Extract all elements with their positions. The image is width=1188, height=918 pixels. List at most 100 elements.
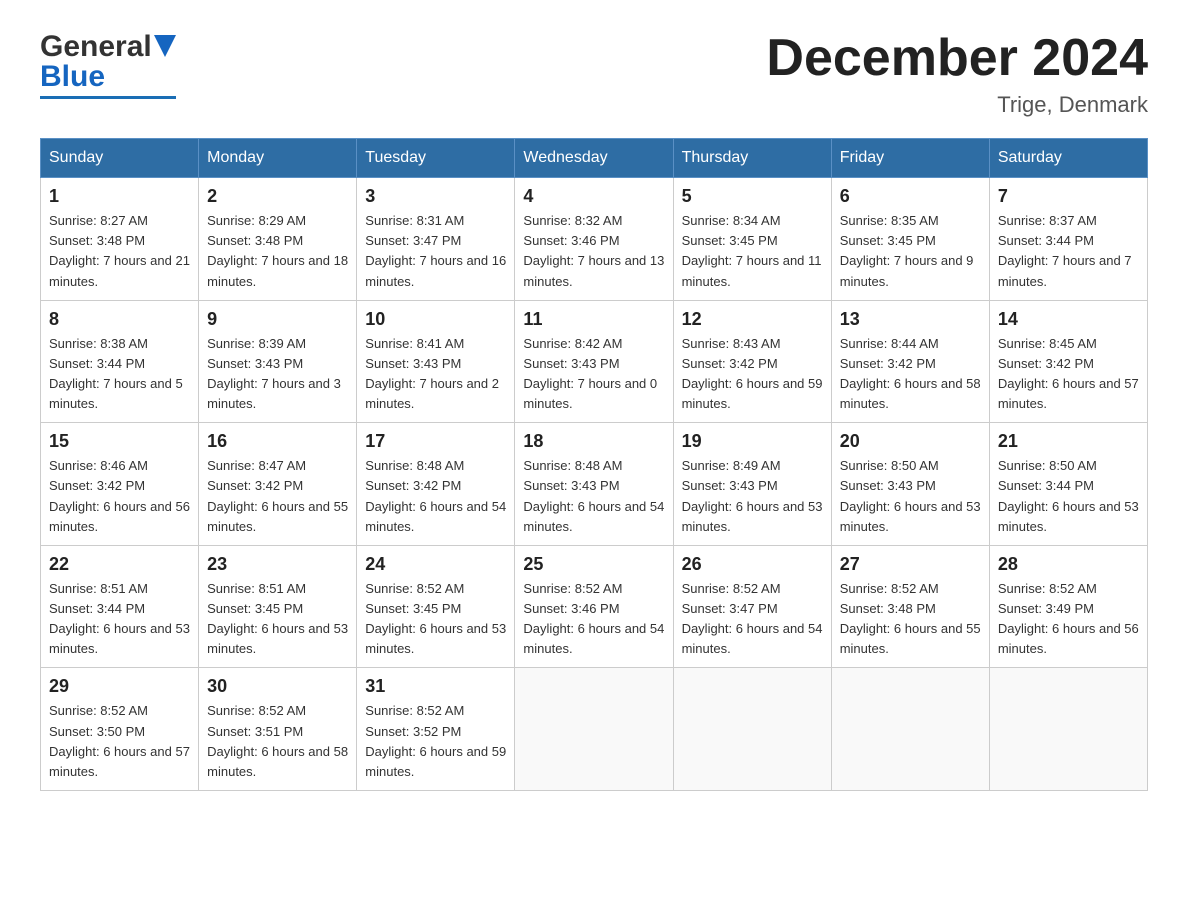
day-number: 9	[207, 309, 348, 330]
table-row: 21 Sunrise: 8:50 AM Sunset: 3:44 PM Dayl…	[989, 423, 1147, 546]
day-number: 14	[998, 309, 1139, 330]
day-number: 2	[207, 186, 348, 207]
table-row: 16 Sunrise: 8:47 AM Sunset: 3:42 PM Dayl…	[199, 423, 357, 546]
day-info: Sunrise: 8:43 AM Sunset: 3:42 PM Dayligh…	[682, 334, 823, 415]
table-row	[989, 668, 1147, 791]
day-info: Sunrise: 8:52 AM Sunset: 3:46 PM Dayligh…	[523, 579, 664, 660]
day-number: 28	[998, 554, 1139, 575]
day-number: 27	[840, 554, 981, 575]
col-sunday: Sunday	[41, 139, 199, 178]
day-info: Sunrise: 8:44 AM Sunset: 3:42 PM Dayligh…	[840, 334, 981, 415]
table-row: 23 Sunrise: 8:51 AM Sunset: 3:45 PM Dayl…	[199, 545, 357, 668]
table-row: 20 Sunrise: 8:50 AM Sunset: 3:43 PM Dayl…	[831, 423, 989, 546]
table-row: 12 Sunrise: 8:43 AM Sunset: 3:42 PM Dayl…	[673, 300, 831, 423]
table-row: 14 Sunrise: 8:45 AM Sunset: 3:42 PM Dayl…	[989, 300, 1147, 423]
day-info: Sunrise: 8:52 AM Sunset: 3:47 PM Dayligh…	[682, 579, 823, 660]
day-number: 10	[365, 309, 506, 330]
day-info: Sunrise: 8:51 AM Sunset: 3:45 PM Dayligh…	[207, 579, 348, 660]
month-title: December 2024	[766, 30, 1148, 87]
table-row: 8 Sunrise: 8:38 AM Sunset: 3:44 PM Dayli…	[41, 300, 199, 423]
table-row: 22 Sunrise: 8:51 AM Sunset: 3:44 PM Dayl…	[41, 545, 199, 668]
col-wednesday: Wednesday	[515, 139, 673, 178]
day-info: Sunrise: 8:49 AM Sunset: 3:43 PM Dayligh…	[682, 456, 823, 537]
day-info: Sunrise: 8:34 AM Sunset: 3:45 PM Dayligh…	[682, 211, 823, 292]
table-row: 11 Sunrise: 8:42 AM Sunset: 3:43 PM Dayl…	[515, 300, 673, 423]
day-info: Sunrise: 8:27 AM Sunset: 3:48 PM Dayligh…	[49, 211, 190, 292]
day-number: 4	[523, 186, 664, 207]
day-info: Sunrise: 8:52 AM Sunset: 3:52 PM Dayligh…	[365, 701, 506, 782]
table-row: 1 Sunrise: 8:27 AM Sunset: 3:48 PM Dayli…	[41, 178, 199, 301]
table-row: 2 Sunrise: 8:29 AM Sunset: 3:48 PM Dayli…	[199, 178, 357, 301]
day-info: Sunrise: 8:48 AM Sunset: 3:42 PM Dayligh…	[365, 456, 506, 537]
title-section: December 2024 Trige, Denmark	[766, 30, 1148, 118]
col-thursday: Thursday	[673, 139, 831, 178]
table-row: 17 Sunrise: 8:48 AM Sunset: 3:42 PM Dayl…	[357, 423, 515, 546]
day-info: Sunrise: 8:50 AM Sunset: 3:44 PM Dayligh…	[998, 456, 1139, 537]
table-row: 7 Sunrise: 8:37 AM Sunset: 3:44 PM Dayli…	[989, 178, 1147, 301]
calendar-header-row: Sunday Monday Tuesday Wednesday Thursday…	[41, 139, 1148, 178]
location-subtitle: Trige, Denmark	[766, 92, 1148, 118]
calendar-week-2: 8 Sunrise: 8:38 AM Sunset: 3:44 PM Dayli…	[41, 300, 1148, 423]
table-row: 19 Sunrise: 8:49 AM Sunset: 3:43 PM Dayl…	[673, 423, 831, 546]
table-row: 10 Sunrise: 8:41 AM Sunset: 3:43 PM Dayl…	[357, 300, 515, 423]
day-number: 25	[523, 554, 664, 575]
calendar-week-4: 22 Sunrise: 8:51 AM Sunset: 3:44 PM Dayl…	[41, 545, 1148, 668]
day-number: 11	[523, 309, 664, 330]
day-number: 13	[840, 309, 981, 330]
day-number: 5	[682, 186, 823, 207]
day-info: Sunrise: 8:52 AM Sunset: 3:45 PM Dayligh…	[365, 579, 506, 660]
day-number: 24	[365, 554, 506, 575]
logo-divider	[40, 96, 176, 99]
day-info: Sunrise: 8:45 AM Sunset: 3:42 PM Dayligh…	[998, 334, 1139, 415]
logo-blue-text: Blue	[40, 60, 105, 94]
day-number: 26	[682, 554, 823, 575]
day-info: Sunrise: 8:42 AM Sunset: 3:43 PM Dayligh…	[523, 334, 664, 415]
calendar-table: Sunday Monday Tuesday Wednesday Thursday…	[40, 138, 1148, 791]
day-number: 23	[207, 554, 348, 575]
day-number: 15	[49, 431, 190, 452]
day-number: 17	[365, 431, 506, 452]
day-info: Sunrise: 8:46 AM Sunset: 3:42 PM Dayligh…	[49, 456, 190, 537]
day-info: Sunrise: 8:50 AM Sunset: 3:43 PM Dayligh…	[840, 456, 981, 537]
day-number: 19	[682, 431, 823, 452]
day-number: 3	[365, 186, 506, 207]
table-row: 30 Sunrise: 8:52 AM Sunset: 3:51 PM Dayl…	[199, 668, 357, 791]
table-row	[673, 668, 831, 791]
day-number: 21	[998, 431, 1139, 452]
table-row: 9 Sunrise: 8:39 AM Sunset: 3:43 PM Dayli…	[199, 300, 357, 423]
day-info: Sunrise: 8:52 AM Sunset: 3:48 PM Dayligh…	[840, 579, 981, 660]
table-row: 18 Sunrise: 8:48 AM Sunset: 3:43 PM Dayl…	[515, 423, 673, 546]
table-row: 13 Sunrise: 8:44 AM Sunset: 3:42 PM Dayl…	[831, 300, 989, 423]
table-row	[515, 668, 673, 791]
table-row: 4 Sunrise: 8:32 AM Sunset: 3:46 PM Dayli…	[515, 178, 673, 301]
logo: General Blue	[40, 30, 176, 99]
table-row: 5 Sunrise: 8:34 AM Sunset: 3:45 PM Dayli…	[673, 178, 831, 301]
day-info: Sunrise: 8:38 AM Sunset: 3:44 PM Dayligh…	[49, 334, 190, 415]
day-info: Sunrise: 8:37 AM Sunset: 3:44 PM Dayligh…	[998, 211, 1139, 292]
day-info: Sunrise: 8:32 AM Sunset: 3:46 PM Dayligh…	[523, 211, 664, 292]
table-row: 15 Sunrise: 8:46 AM Sunset: 3:42 PM Dayl…	[41, 423, 199, 546]
day-info: Sunrise: 8:29 AM Sunset: 3:48 PM Dayligh…	[207, 211, 348, 292]
day-info: Sunrise: 8:39 AM Sunset: 3:43 PM Dayligh…	[207, 334, 348, 415]
day-info: Sunrise: 8:41 AM Sunset: 3:43 PM Dayligh…	[365, 334, 506, 415]
day-info: Sunrise: 8:52 AM Sunset: 3:51 PM Dayligh…	[207, 701, 348, 782]
table-row: 24 Sunrise: 8:52 AM Sunset: 3:45 PM Dayl…	[357, 545, 515, 668]
day-info: Sunrise: 8:31 AM Sunset: 3:47 PM Dayligh…	[365, 211, 506, 292]
day-number: 8	[49, 309, 190, 330]
day-number: 12	[682, 309, 823, 330]
logo-general-text: General	[40, 30, 152, 64]
day-info: Sunrise: 8:47 AM Sunset: 3:42 PM Dayligh…	[207, 456, 348, 537]
page-header: General Blue December 2024 Trige, Denmar…	[40, 30, 1148, 118]
day-number: 31	[365, 676, 506, 697]
col-monday: Monday	[199, 139, 357, 178]
table-row: 31 Sunrise: 8:52 AM Sunset: 3:52 PM Dayl…	[357, 668, 515, 791]
day-number: 20	[840, 431, 981, 452]
col-friday: Friday	[831, 139, 989, 178]
table-row	[831, 668, 989, 791]
table-row: 25 Sunrise: 8:52 AM Sunset: 3:46 PM Dayl…	[515, 545, 673, 668]
calendar-week-3: 15 Sunrise: 8:46 AM Sunset: 3:42 PM Dayl…	[41, 423, 1148, 546]
table-row: 27 Sunrise: 8:52 AM Sunset: 3:48 PM Dayl…	[831, 545, 989, 668]
day-number: 22	[49, 554, 190, 575]
table-row: 28 Sunrise: 8:52 AM Sunset: 3:49 PM Dayl…	[989, 545, 1147, 668]
day-number: 29	[49, 676, 190, 697]
